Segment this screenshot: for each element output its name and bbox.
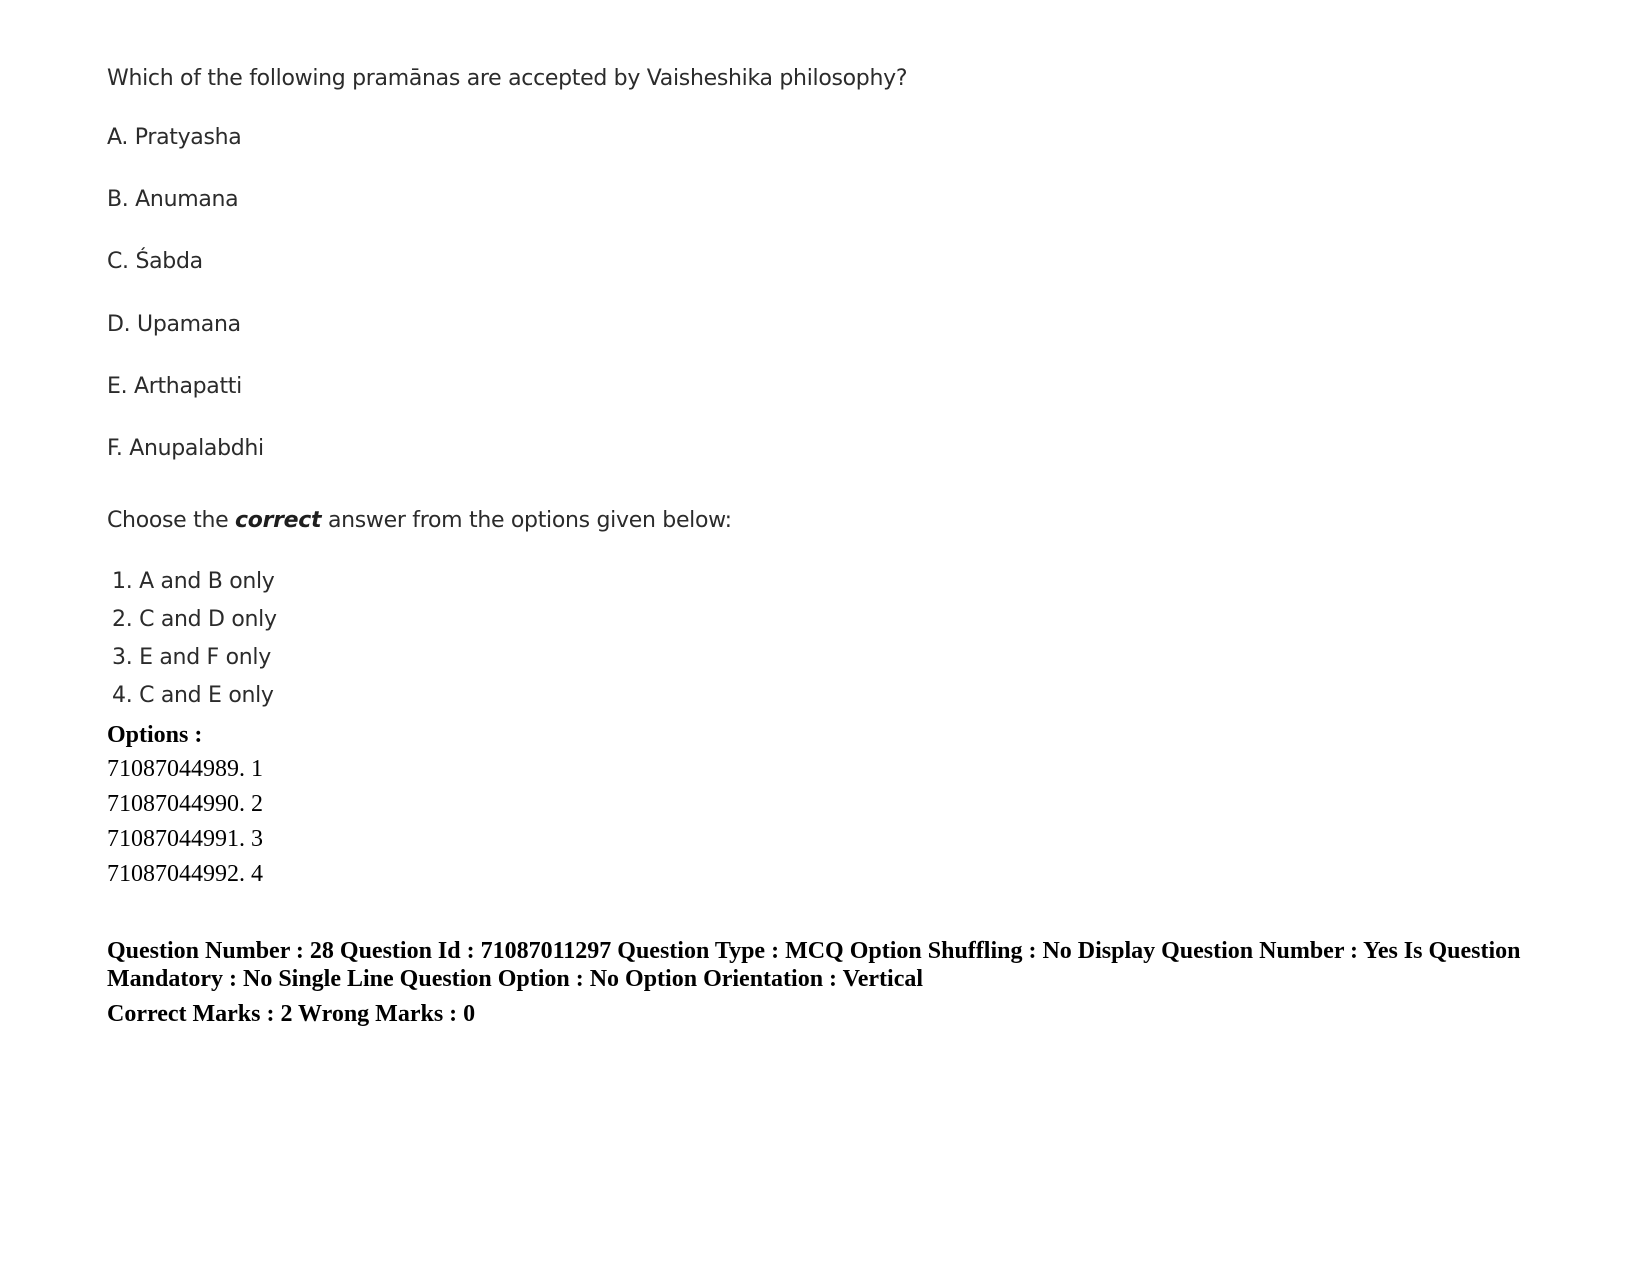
marks-info: Correct Marks : 2 Wrong Marks : 0 <box>107 1001 476 1027</box>
instruction-prefix: Choose the <box>107 508 236 533</box>
statement-f: F. Anupalabdhi <box>107 436 264 461</box>
option-item-4: 71087044992. 4 <box>107 861 263 887</box>
answer-choice-1: 1. A and B only <box>112 569 275 594</box>
statement-b: B. Anumana <box>107 187 239 212</box>
options-heading: Options : <box>107 722 203 748</box>
question-metadata: Question Number : 28 Question Id : 71087… <box>107 938 1521 992</box>
statement-c: C. Śabda <box>107 249 203 274</box>
option-item-3: 71087044991. 3 <box>107 826 263 852</box>
document-page: Which of the following pramānas are acce… <box>0 0 1650 1275</box>
instruction-emphasis: correct <box>235 508 322 533</box>
instruction-suffix: answer from the options given below: <box>321 508 732 533</box>
statement-e: E. Arthapatti <box>107 374 242 399</box>
option-item-1: 71087044989. 1 <box>107 756 263 782</box>
option-item-2: 71087044990. 2 <box>107 791 263 817</box>
question-text: Which of the following pramānas are acce… <box>107 66 908 91</box>
statement-d: D. Upamana <box>107 312 241 337</box>
answer-choice-3: 3. E and F only <box>112 645 271 670</box>
answer-choice-4: 4. C and E only <box>112 683 274 708</box>
statement-a: A. Pratyasha <box>107 125 242 150</box>
answer-instruction: Choose the correct answer from the optio… <box>107 508 732 533</box>
answer-choice-2: 2. C and D only <box>112 607 277 632</box>
